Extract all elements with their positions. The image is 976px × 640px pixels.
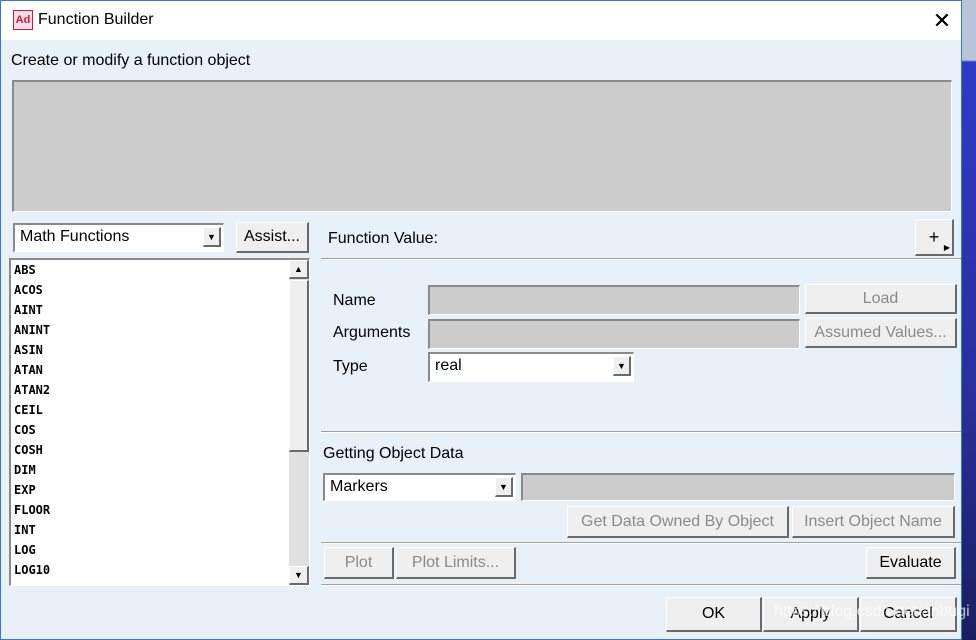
list-item[interactable]: AINT: [11, 300, 309, 320]
load-button[interactable]: Load: [805, 284, 957, 314]
chevron-down-icon: ▼: [495, 477, 513, 497]
type-label: Type: [333, 358, 368, 375]
window-title: Function Builder: [38, 11, 154, 28]
list-item[interactable]: LOG: [11, 540, 309, 560]
list-item[interactable]: INT: [11, 520, 309, 540]
divider: [321, 431, 961, 433]
category-select[interactable]: Math Functions ▼: [13, 223, 224, 252]
list-item[interactable]: LOG10: [11, 560, 309, 580]
list-item[interactable]: ASIN: [11, 340, 309, 360]
function-text-area[interactable]: [12, 80, 952, 212]
header-label: Create or modify a function object: [11, 52, 251, 69]
divider: [321, 584, 961, 586]
title-bar: Ad Function Builder ✕: [1, 1, 961, 40]
chevron-down-icon: ▼: [613, 356, 631, 376]
list-item[interactable]: EXP: [11, 480, 309, 500]
function-list[interactable]: ABS ACOS AINT ANINT ASIN ATAN ATAN2 CEIL COS COSH…: [9, 258, 310, 586]
list-item[interactable]: ATAN2: [11, 380, 309, 400]
list-item[interactable]: COSH: [11, 440, 309, 460]
scroll-thumb[interactable]: [289, 280, 309, 452]
name-label: Name: [333, 292, 376, 309]
scroll-down-icon[interactable]: ▼: [289, 566, 309, 585]
apply-button[interactable]: Apply: [763, 597, 859, 632]
plus-icon: +: [928, 226, 940, 247]
name-field[interactable]: [428, 285, 800, 315]
cancel-button[interactable]: Cancel: [860, 597, 957, 632]
close-icon[interactable]: ✕: [927, 7, 957, 35]
type-select[interactable]: real ▼: [428, 352, 634, 382]
divider: [321, 542, 961, 544]
plot-button[interactable]: Plot: [324, 547, 394, 579]
divider: [321, 258, 961, 260]
object-name-field[interactable]: [521, 473, 955, 501]
type-select-value: real: [435, 357, 462, 374]
arguments-label: Arguments: [333, 324, 411, 341]
object-type-select[interactable]: Markers ▼: [323, 473, 516, 501]
list-item[interactable]: ABS: [11, 260, 309, 280]
scroll-up-icon[interactable]: ▲: [289, 260, 309, 279]
list-item[interactable]: CEIL: [11, 400, 309, 420]
ok-button[interactable]: OK: [666, 597, 762, 632]
object-type-value: Markers: [330, 478, 388, 495]
function-builder-dialog: Ad Function Builder ✕ Create or modify a…: [0, 0, 962, 640]
add-button[interactable]: + ▶: [915, 219, 954, 256]
list-item[interactable]: ANINT: [11, 320, 309, 340]
evaluate-button[interactable]: Evaluate: [866, 547, 956, 579]
plot-limits-button[interactable]: Plot Limits...: [396, 547, 516, 579]
assumed-values-button[interactable]: Assumed Values...: [805, 318, 957, 348]
category-select-value: Math Functions: [20, 228, 130, 245]
arguments-field[interactable]: [428, 319, 800, 349]
list-item[interactable]: ACOS: [11, 280, 309, 300]
list-scrollbar[interactable]: ▲ ▼: [289, 260, 309, 585]
app-logo-icon: Ad: [13, 10, 33, 30]
list-item[interactable]: COS: [11, 420, 309, 440]
list-item[interactable]: ATAN: [11, 360, 309, 380]
desktop-background: [962, 0, 976, 640]
caret-right-icon: ▶: [943, 243, 950, 252]
get-data-owned-button[interactable]: Get Data Owned By Object: [567, 506, 789, 538]
assist-button[interactable]: Assist...: [236, 222, 309, 253]
list-item[interactable]: DIM: [11, 460, 309, 480]
list-item[interactable]: FLOOR: [11, 500, 309, 520]
function-value-label: Function Value:: [328, 230, 438, 247]
chevron-down-icon: ▼: [203, 227, 221, 247]
object-data-label: Getting Object Data: [323, 445, 464, 462]
insert-object-name-button[interactable]: Insert Object Name: [792, 506, 955, 538]
